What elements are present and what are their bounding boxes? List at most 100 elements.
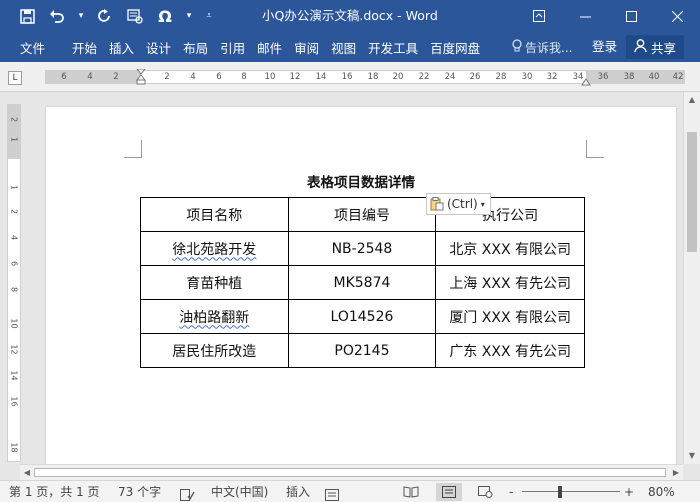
horizontal-scrollbar[interactable]: ◀ ▶: [20, 464, 683, 480]
ruler-number: 30: [521, 72, 533, 82]
ruler-number: 2: [164, 72, 170, 82]
ruler-number: 26: [469, 72, 481, 82]
tab-selector[interactable]: L: [8, 71, 22, 85]
vruler-number: 2: [9, 116, 19, 123]
ribbon-display-icon[interactable]: [516, 0, 562, 32]
ruler-number: 12: [289, 72, 301, 82]
table-cell[interactable]: MK5874: [287, 265, 437, 300]
ruler-number: 14: [315, 72, 327, 82]
table-cell[interactable]: 徐北苑路开发: [140, 231, 289, 266]
tab-baidu-netdisk[interactable]: 百度网盘: [430, 38, 480, 57]
undo-dropdown-icon[interactable]: ▾: [74, 4, 88, 28]
word-count[interactable]: 73 个字: [118, 481, 161, 502]
tab-view[interactable]: 视图: [331, 38, 356, 57]
tab-home[interactable]: 开始: [72, 38, 97, 57]
table-row: 油柏路翻新 LO14526 厦门 XXX 有限公司: [140, 299, 585, 334]
vertical-ruler[interactable]: 2 1 1 2 4 6 8 10 12 14 16 18: [7, 104, 21, 462]
table-cell[interactable]: 育苗种植: [140, 265, 289, 300]
ruler-number: 6: [61, 72, 67, 82]
table-header-cell[interactable]: 项目名称: [140, 197, 289, 232]
table-cell[interactable]: 居民住所改造: [140, 333, 289, 368]
table-cell[interactable]: 上海 XXX 有先公司: [435, 265, 585, 300]
vertical-scroll-thumb[interactable]: [687, 132, 697, 252]
tab-mailings[interactable]: 邮件: [257, 38, 282, 57]
omega-dropdown-icon[interactable]: ▾: [182, 4, 196, 28]
undo-icon[interactable]: [44, 4, 70, 28]
tab-review[interactable]: 审阅: [294, 38, 319, 57]
right-indent-marker-icon[interactable]: [581, 75, 591, 89]
table-row: 徐北苑路开发 NB-2548 北京 XXX 有限公司: [140, 231, 585, 266]
scroll-down-icon[interactable]: ▼: [684, 448, 700, 464]
vruler-number: 4: [9, 234, 19, 241]
zoom-slider-thumb[interactable]: [558, 486, 562, 498]
scroll-up-icon[interactable]: ▲: [684, 92, 700, 108]
table-header-cell[interactable]: 项目编号: [287, 197, 437, 232]
ruler-number: 4: [87, 72, 93, 82]
read-mode-icon[interactable]: [398, 483, 424, 501]
ribbon-tabs: 文件 开始 插入 设计 布局 引用 邮件 审阅 视图 开发工具 百度网盘 告诉我…: [0, 32, 700, 62]
print-layout-icon[interactable]: [436, 483, 462, 501]
document-page[interactable]: 表格项目数据详情 项目名称 项目编号 执行公司 徐北苑路开发 NB-2548 北…: [46, 107, 676, 464]
redo-icon[interactable]: [92, 4, 118, 28]
indent-marker-icon[interactable]: [135, 68, 147, 88]
close-icon[interactable]: [654, 0, 700, 32]
zoom-level[interactable]: 80%: [648, 481, 675, 502]
web-layout-icon[interactable]: [472, 483, 498, 501]
left-margin-area: [46, 71, 141, 83]
page-count[interactable]: 第 1 页，共 1 页: [9, 481, 100, 502]
share-button[interactable]: 共享: [626, 35, 684, 59]
tell-me-box[interactable]: 告诉我...: [512, 32, 572, 62]
ruler-number: 32: [546, 72, 558, 82]
macro-icon[interactable]: [325, 486, 339, 501]
zoom-in-button[interactable]: +: [624, 481, 634, 502]
tab-file[interactable]: 文件: [20, 38, 45, 57]
zoom-out-button[interactable]: -: [509, 481, 513, 502]
insert-mode-status[interactable]: 插入: [286, 481, 310, 502]
horizontal-scroll-thumb[interactable]: [34, 468, 666, 477]
table-cell[interactable]: PO2145: [287, 333, 437, 368]
ruler-bar: L 6 4 2 2 4 6 8 10 12 14 16 18 20 22 24 …: [0, 62, 700, 92]
horizontal-ruler[interactable]: 6 4 2 2 4 6 8 10 12 14 16 18 20 22 24 26…: [45, 68, 685, 86]
save-icon[interactable]: [14, 4, 40, 28]
vruler-number: 18: [9, 442, 19, 453]
tab-insert[interactable]: 插入: [109, 38, 134, 57]
tab-developer[interactable]: 开发工具: [368, 38, 418, 57]
customize-icon[interactable]: ⩡: [200, 4, 218, 28]
scroll-right-icon[interactable]: ▶: [669, 465, 683, 480]
ruler-number: 22: [418, 72, 430, 82]
ruler-number: 40: [648, 72, 660, 82]
login-button[interactable]: 登录: [592, 32, 617, 62]
table-cell[interactable]: NB-2548: [287, 231, 437, 266]
tab-design[interactable]: 设计: [146, 38, 171, 57]
tab-references[interactable]: 引用: [220, 38, 245, 57]
vertical-scrollbar[interactable]: ▲ ▼: [683, 92, 700, 464]
omega-icon[interactable]: Ω: [152, 4, 178, 28]
table-cell[interactable]: LO14526: [287, 299, 437, 334]
ruler-number: 36: [597, 72, 609, 82]
paste-options-button[interactable]: (Ctrl) ▾: [426, 193, 491, 215]
person-icon: [634, 38, 647, 56]
cell-text: 油柏路翻新: [179, 309, 250, 326]
format-icon[interactable]: [122, 4, 148, 28]
share-label: 共享: [650, 40, 676, 56]
proofing-icon[interactable]: [180, 486, 195, 501]
table-cell[interactable]: 北京 XXX 有限公司: [435, 231, 585, 266]
tab-layout[interactable]: 布局: [183, 38, 208, 57]
ruler-number: 24: [444, 72, 456, 82]
document-heading[interactable]: 表格项目数据详情: [46, 171, 676, 191]
zoom-slider[interactable]: [522, 491, 620, 492]
scroll-left-icon[interactable]: ◀: [20, 465, 34, 480]
crop-mark-top-right: [586, 140, 604, 158]
clipboard-icon: [430, 197, 444, 211]
table-cell[interactable]: 厦门 XXX 有限公司: [435, 299, 585, 334]
table-cell[interactable]: 油柏路翻新: [140, 299, 289, 334]
vruler-number: 8: [9, 286, 19, 293]
language-status[interactable]: 中文(中国): [211, 481, 268, 502]
window-controls: [516, 0, 700, 32]
maximize-icon[interactable]: [608, 0, 654, 32]
vruler-number: 12: [9, 344, 19, 355]
crop-mark-top-left: [124, 140, 142, 158]
minimize-icon[interactable]: [562, 0, 608, 32]
project-data-table[interactable]: 项目名称 项目编号 执行公司 徐北苑路开发 NB-2548 北京 XXX 有限公…: [140, 197, 585, 368]
table-cell[interactable]: 广东 XXX 有先公司: [435, 333, 585, 368]
